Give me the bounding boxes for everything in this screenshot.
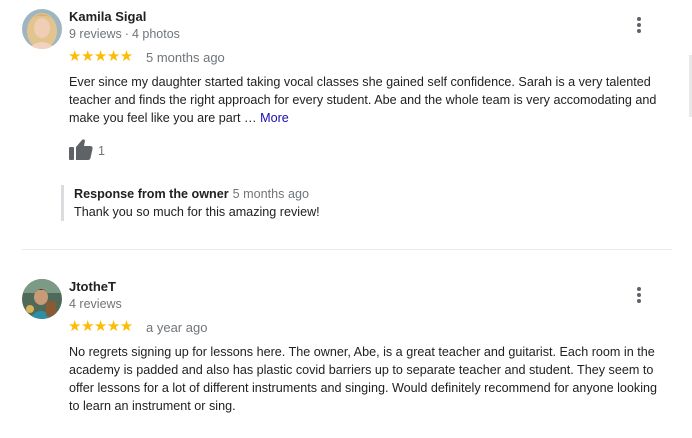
reviewer-name[interactable]: JtotheT — [69, 279, 116, 295]
star-rating: ★★★★★ — [68, 48, 133, 65]
review-text: No regrets signing up for lessons here. … — [69, 343, 669, 415]
response-label: Response from the owner — [74, 187, 229, 201]
more-vert-icon[interactable] — [630, 16, 648, 34]
review-body: Ever since my daughter started taking vo… — [69, 75, 657, 125]
review-date: 5 months ago — [146, 50, 225, 65]
response-text: Thank you so much for this amazing revie… — [74, 205, 320, 219]
more-vert-icon[interactable] — [630, 286, 648, 304]
photos-count: 4 photos — [131, 27, 180, 41]
reviewer-name[interactable]: Kamila Sigal — [69, 9, 146, 25]
reviews-count: 4 reviews — [69, 297, 122, 311]
more-link[interactable]: More — [260, 111, 289, 125]
like-count: 1 — [98, 144, 105, 158]
reviewer-meta: 4 reviews — [69, 296, 122, 312]
reviewer-meta: 9 reviews · 4 photos — [69, 26, 180, 42]
meta-separator: · — [124, 27, 129, 41]
like-button[interactable] — [69, 139, 93, 161]
avatar[interactable] — [22, 9, 62, 49]
star-rating: ★★★★★ — [68, 318, 133, 335]
review-date: a year ago — [146, 320, 208, 335]
response-date: 5 months ago — [232, 187, 309, 201]
owner-response: Response from the owner 5 months ago Than… — [61, 185, 574, 221]
reviews-count: 9 reviews — [69, 27, 122, 41]
review-body: No regrets signing up for lessons here. … — [69, 345, 658, 413]
review-text: Ever since my daughter started taking vo… — [69, 73, 669, 127]
thumb-up-icon — [69, 139, 93, 164]
avatar[interactable] — [22, 279, 62, 319]
divider — [22, 249, 672, 250]
